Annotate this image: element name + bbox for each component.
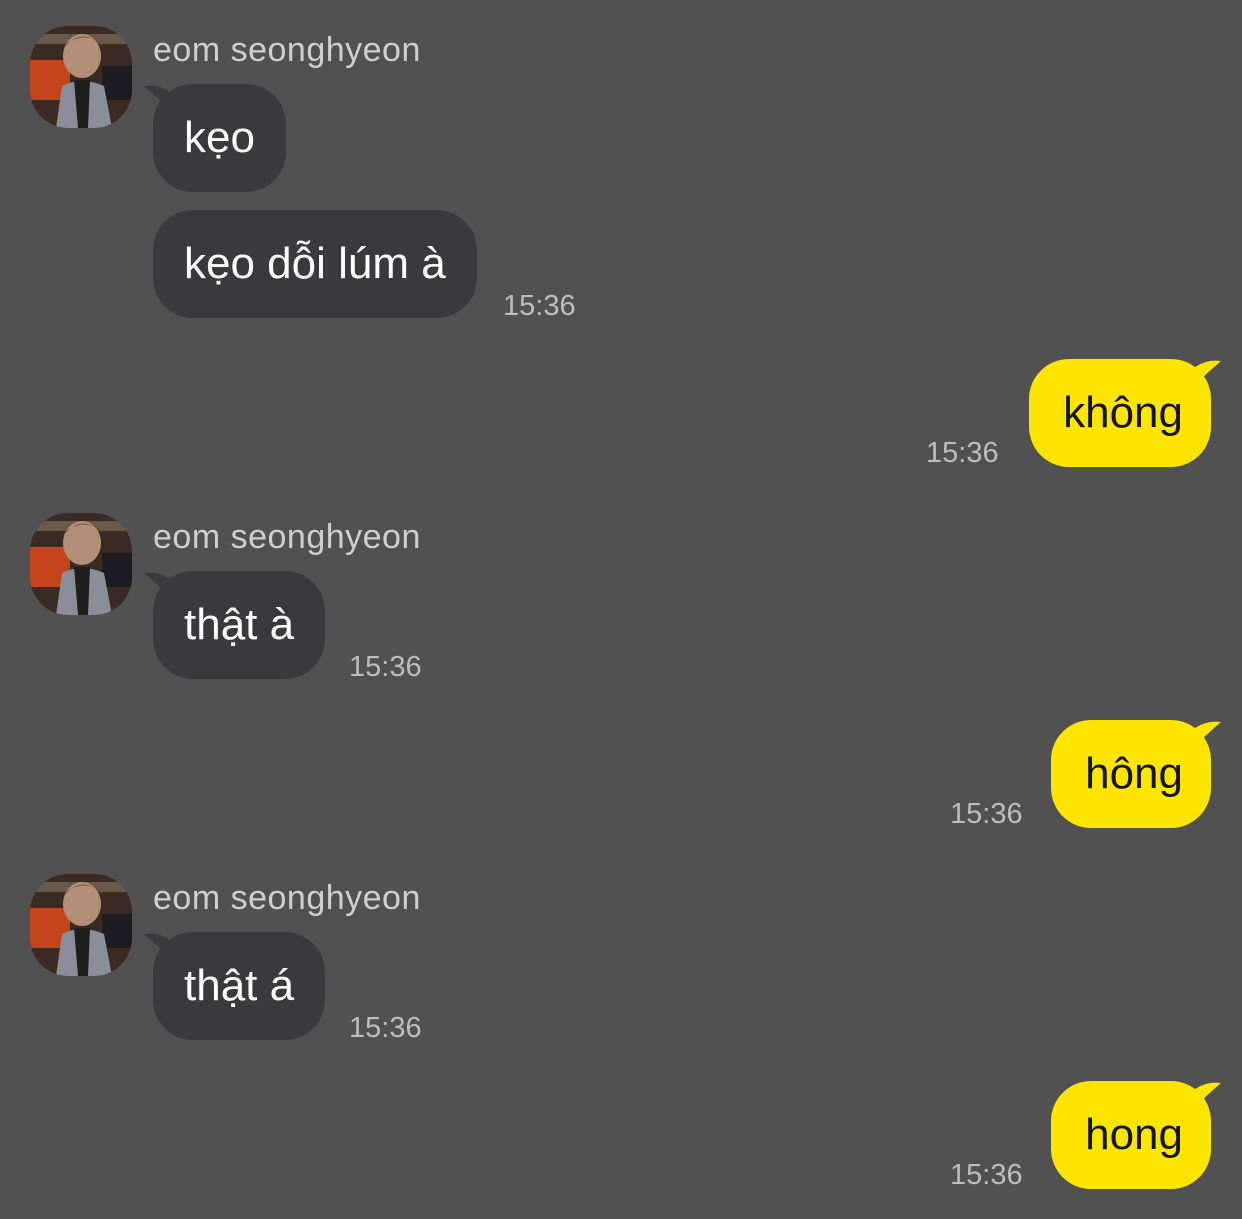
incoming-message-bubble[interactable]: thật á [144,932,326,1040]
bubble-tail-icon [144,572,170,597]
message-text: kẹo [184,113,255,162]
incoming-message-bubble[interactable]: thật à [144,571,326,679]
bubble-tail-icon [1195,721,1221,746]
message-text: hông [1085,749,1183,798]
sender-name: eom seonghyeon [153,879,421,917]
message-timestamp: 15:36 [950,798,1023,830]
bubble-tail-icon [1195,1082,1221,1107]
outgoing-message-bubble[interactable]: hông [1051,720,1221,828]
avatar-photo-icon [30,26,132,128]
bubble-tail-icon [144,933,170,958]
sender-name: eom seonghyeon [153,31,421,69]
sender-avatar[interactable] [30,874,132,976]
message-timestamp: 15:36 [950,1159,1023,1191]
avatar-photo-icon [30,874,132,976]
message-timestamp: 15:36 [349,1012,422,1044]
outgoing-message-bubble[interactable]: không [1029,359,1221,467]
message-text: thật á [184,961,295,1010]
incoming-message-bubble[interactable]: kẹo dỗi lúm à [153,210,477,318]
sender-name: eom seonghyeon [153,518,421,556]
message-timestamp: 15:36 [926,437,999,469]
sender-avatar[interactable] [30,513,132,615]
bubble-tail-icon [1195,360,1221,385]
outgoing-message-bubble[interactable]: hong [1051,1081,1221,1189]
message-timestamp: 15:36 [349,651,422,683]
incoming-message-bubble[interactable]: kẹo [144,84,286,192]
sender-avatar[interactable] [30,26,132,128]
bubble-tail-icon [144,85,170,110]
message-text: kẹo dỗi lúm à [184,239,446,288]
message-text: thật à [184,600,295,649]
message-text: hong [1085,1110,1183,1159]
message-timestamp: 15:36 [503,290,576,322]
message-text: không [1063,388,1183,437]
avatar-photo-icon [30,513,132,615]
